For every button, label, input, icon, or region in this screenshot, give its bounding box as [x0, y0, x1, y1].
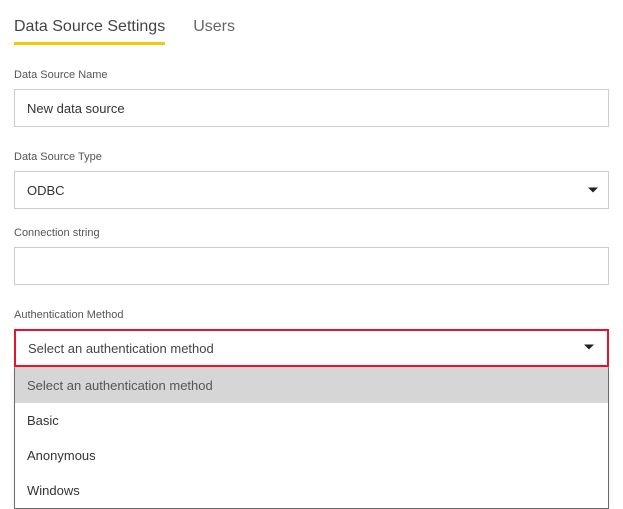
data-source-type-value: ODBC — [27, 183, 65, 198]
connection-string-label: Connection string — [14, 227, 609, 239]
auth-option-basic[interactable]: Basic — [15, 403, 608, 438]
data-source-name-input[interactable] — [14, 89, 609, 127]
auth-option-anonymous[interactable]: Anonymous — [15, 438, 608, 473]
chevron-down-icon — [583, 341, 595, 356]
data-source-type-label: Data Source Type — [14, 151, 609, 163]
auth-method-select-wrap: Select an authentication method Select a… — [14, 329, 609, 509]
data-source-name-label: Data Source Name — [14, 69, 609, 81]
tab-bar: Data Source Settings Users — [14, 12, 609, 45]
tab-data-source-settings[interactable]: Data Source Settings — [14, 12, 165, 44]
data-source-type-select[interactable]: ODBC — [14, 171, 609, 209]
tab-users[interactable]: Users — [193, 12, 235, 44]
auth-option-placeholder[interactable]: Select an authentication method — [15, 368, 608, 403]
auth-method-selected-value: Select an authentication method — [28, 341, 214, 356]
connection-string-input[interactable] — [14, 247, 609, 285]
auth-method-select[interactable]: Select an authentication method — [14, 329, 609, 367]
auth-method-dropdown-list: Select an authentication method Basic An… — [14, 367, 609, 509]
data-source-type-select-wrap: ODBC — [14, 171, 609, 209]
auth-method-label: Authentication Method — [14, 309, 609, 321]
auth-option-windows[interactable]: Windows — [15, 473, 608, 508]
